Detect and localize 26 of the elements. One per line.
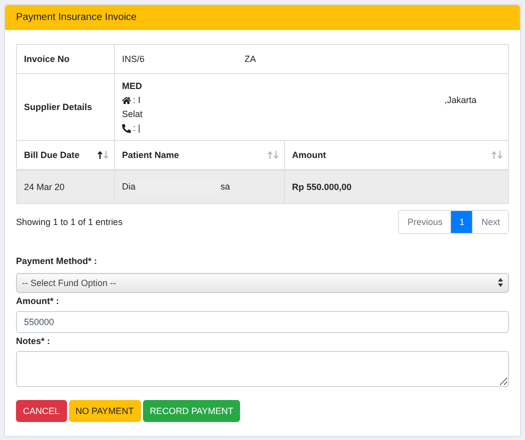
table-info: Showing 1 to 1 of 1 entries [16,217,123,227]
table-cell: Dia sa [114,170,284,204]
detail-label: Invoice No [16,44,114,74]
field-label: Payment Method* : [16,256,98,266]
notes-field[interactable] [16,351,509,387]
payment-method-select[interactable]: -- Select Fund Option -- [16,273,509,293]
supplier-name: MED [122,80,142,93]
home-icon [122,96,131,104]
address-text: Selat [122,108,143,121]
field-label: Notes* : [16,336,52,346]
table-cell: 24 Mar 20 [16,170,114,204]
address-text: ,Jakarta [444,94,477,107]
card-title: Payment Insurance Invoice [5,5,520,30]
phone-text: : | [133,122,140,135]
pagination-button[interactable]: 1 [450,211,472,233]
amount-field[interactable]: 550000 [16,311,509,333]
field-label: Amount* : [16,296,60,306]
phone-icon [122,124,131,132]
invoice-number: INS/6 ZA [114,44,508,74]
updown-caret-icon [498,278,503,287]
address-text: : I [133,94,141,107]
detail-label: Supplier Details [16,74,114,140]
table-cell: Rp 550.000,00 [284,170,508,204]
action-button[interactable]: NO PAYMENT [68,400,141,422]
pagination-button[interactable]: Next [472,211,508,233]
action-button[interactable]: CANCEL [16,400,67,422]
